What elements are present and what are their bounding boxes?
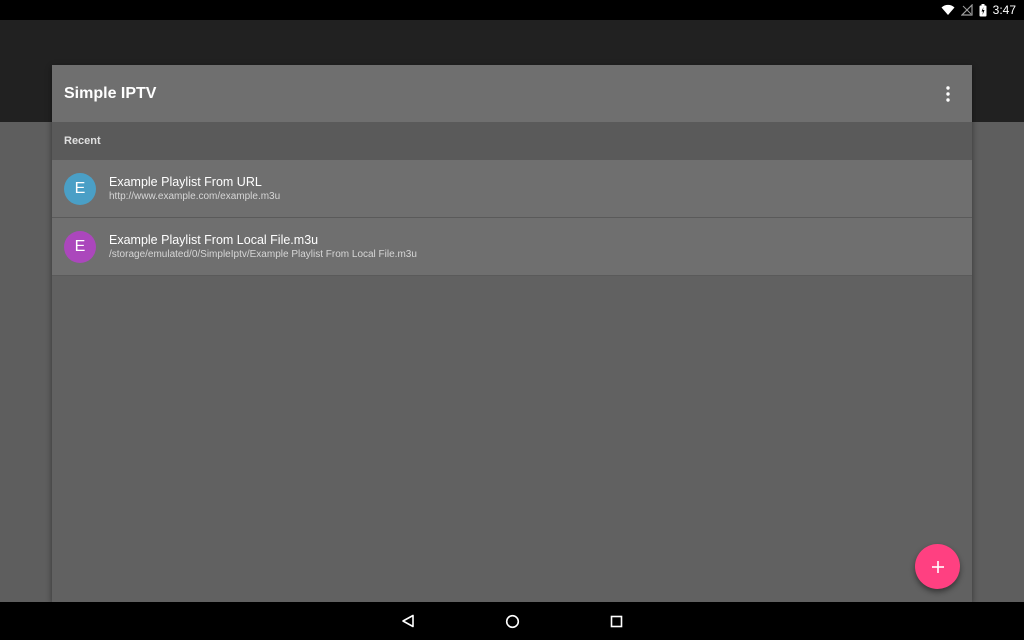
list-item-title: Example Playlist From URL xyxy=(109,174,262,189)
navigation-bar xyxy=(0,602,1024,640)
wifi-icon xyxy=(941,4,955,16)
battery-charging-icon xyxy=(979,3,987,17)
recents-button[interactable] xyxy=(604,609,628,633)
main-card: Simple IPTV Recent E Example Playlist Fr… xyxy=(52,65,972,602)
back-icon xyxy=(402,614,414,628)
list-item-title: Example Playlist From Local File.m3u xyxy=(109,232,319,247)
list-item[interactable]: E Example Playlist From Local File.m3u /… xyxy=(52,218,972,276)
recents-icon xyxy=(610,615,622,627)
signal-icon xyxy=(960,4,973,16)
add-playlist-button[interactable] xyxy=(915,544,960,589)
status-bar: 3:47 xyxy=(0,0,1024,20)
list-item-subtitle: /storage/emulated/0/SimpleIptv/Example P… xyxy=(109,248,417,260)
avatar: E xyxy=(64,230,96,263)
home-button[interactable] xyxy=(500,609,524,633)
toolbar: Simple IPTV xyxy=(52,65,972,122)
home-icon xyxy=(505,614,519,628)
back-button[interactable] xyxy=(396,609,420,633)
section-header-recent: Recent xyxy=(52,122,972,160)
list-item-text: Example Playlist From Local File.m3u /st… xyxy=(109,232,417,262)
list-item-text: Example Playlist From URL http://www.exa… xyxy=(109,174,280,204)
list-item-subtitle: http://www.example.com/example.m3u xyxy=(109,190,281,202)
status-time: 3:47 xyxy=(992,3,1016,17)
more-options-button[interactable] xyxy=(936,78,960,110)
add-icon xyxy=(931,560,944,573)
more-vert-icon xyxy=(946,85,950,102)
list-item[interactable]: E Example Playlist From URL http://www.e… xyxy=(52,160,972,218)
app-title: Simple IPTV xyxy=(64,84,157,102)
avatar: E xyxy=(64,172,96,205)
